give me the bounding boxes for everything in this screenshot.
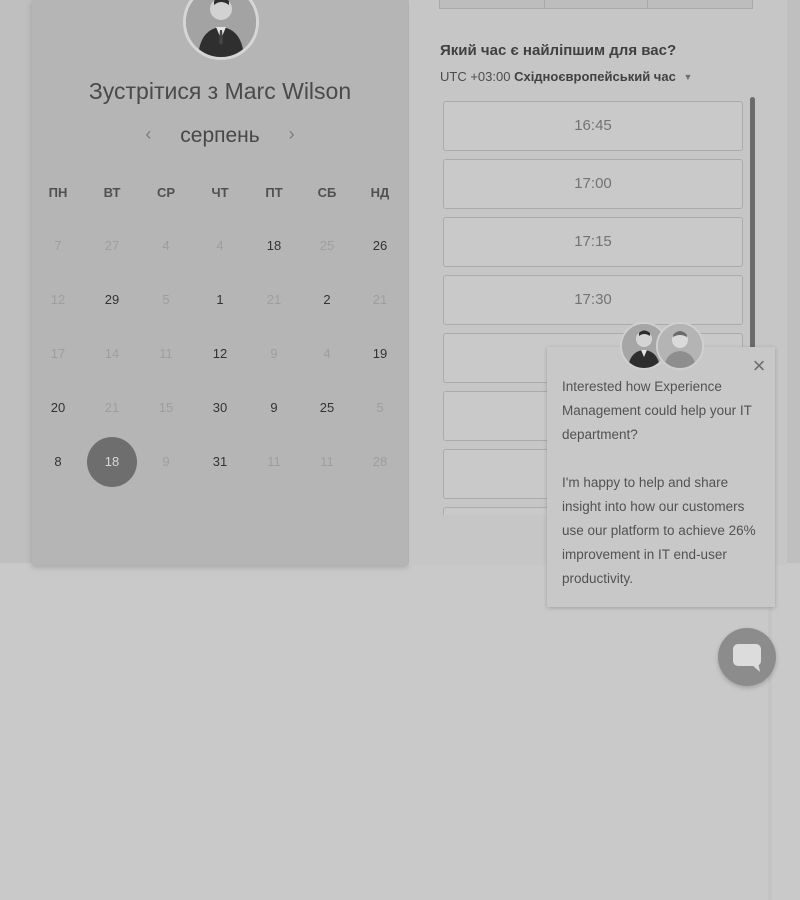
calendar-day[interactable]: 18 — [249, 221, 299, 271]
calendar-day: 17 — [50, 346, 66, 361]
timezone-name: Східноєвропейський час — [514, 69, 676, 84]
calendar-day: 21 — [104, 400, 120, 415]
calendar-day-selected[interactable]: 18 — [87, 437, 137, 487]
calendar-day: 11 — [267, 454, 281, 469]
calendar-day[interactable]: 30 — [195, 383, 245, 433]
calendar-day: 5 — [162, 292, 170, 307]
time-slot-button[interactable]: 17:30 — [443, 275, 743, 325]
month-label: серпень — [180, 124, 260, 147]
calendar-day: 9 — [162, 454, 170, 469]
calendar-day: 12 — [50, 292, 66, 307]
time-question: Який час є найліпшим для вас? — [440, 42, 677, 59]
weekday-label: НД — [370, 185, 390, 200]
close-icon[interactable]: × — [748, 355, 770, 377]
page-edge-strip — [768, 563, 772, 900]
timezone-offset: UTC +03:00 — [440, 69, 511, 84]
calendar-day: 21 — [372, 292, 388, 307]
chat-bubble-icon — [733, 644, 761, 672]
calendar-day: 9 — [270, 346, 278, 361]
calendar-day: 7 — [54, 238, 62, 253]
chevron-right-icon[interactable]: › — [280, 124, 304, 145]
calendar-day: 25 — [319, 238, 335, 253]
calendar-day: 11 — [159, 346, 173, 361]
agent-avatar — [656, 322, 704, 370]
chat-launcher-button[interactable] — [718, 628, 776, 686]
scrollbar[interactable] — [750, 97, 755, 349]
weekday-label: ПТ — [265, 185, 283, 200]
calendar-day: 11 — [320, 454, 334, 469]
calendar-day: 14 — [104, 346, 120, 361]
calendar-day[interactable]: 1 — [195, 275, 245, 325]
chat-message: Interested how Experience Management cou… — [562, 375, 762, 615]
time-slot-button[interactable]: 17:00 — [443, 159, 743, 209]
chat-avatars — [620, 322, 704, 372]
caret-down-icon: ▼ — [683, 72, 693, 82]
calendar-day: 27 — [104, 238, 120, 253]
calendar-day: 4 — [162, 238, 170, 253]
calendar-day[interactable]: 12 — [195, 329, 245, 379]
weekday-label: ПН — [48, 185, 68, 200]
chat-paragraph: I'm happy to help and share insight into… — [562, 475, 756, 586]
calendar-day[interactable]: 8 — [33, 437, 83, 487]
calendar-day: 21 — [266, 292, 282, 307]
calendar-day[interactable]: 19 — [355, 329, 405, 379]
time-slot-button[interactable]: 17:15 — [443, 217, 743, 267]
weekday-label: ВТ — [103, 185, 121, 200]
tab-divider — [544, 0, 545, 8]
calendar-day[interactable]: 25 — [302, 383, 352, 433]
calendar-day[interactable]: 20 — [33, 383, 83, 433]
calendar-day: 28 — [372, 454, 388, 469]
calendar-day: 5 — [376, 400, 384, 415]
meeting-title: Зустрітися з Marc Wilson — [88, 78, 352, 104]
calendar-day[interactable]: 9 — [249, 383, 299, 433]
calendar-day[interactable]: 2 — [302, 275, 352, 325]
calendar-day: 4 — [216, 238, 224, 253]
tab-divider — [647, 0, 648, 8]
weekday-label: СР — [156, 185, 176, 200]
calendar-day[interactable]: 31 — [195, 437, 245, 487]
month-navigator: ‹ серпень › — [32, 124, 408, 148]
calendar-day: 4 — [323, 346, 331, 361]
calendar-day[interactable]: 29 — [87, 275, 137, 325]
time-slot-button[interactable]: 16:45 — [443, 101, 743, 151]
calendar-day: 15 — [158, 400, 174, 415]
chat-paragraph: Interested how Experience Management cou… — [562, 379, 752, 442]
chevron-left-icon[interactable]: ‹ — [136, 124, 160, 145]
timezone-selector[interactable]: UTC +03:00 Східноєвропейський час ▼ — [440, 69, 692, 84]
top-tab-strip — [439, 0, 753, 9]
weekday-label: ЧТ — [211, 185, 229, 200]
calendar-day[interactable]: 26 — [355, 221, 405, 271]
weekday-label: СБ — [317, 185, 337, 200]
